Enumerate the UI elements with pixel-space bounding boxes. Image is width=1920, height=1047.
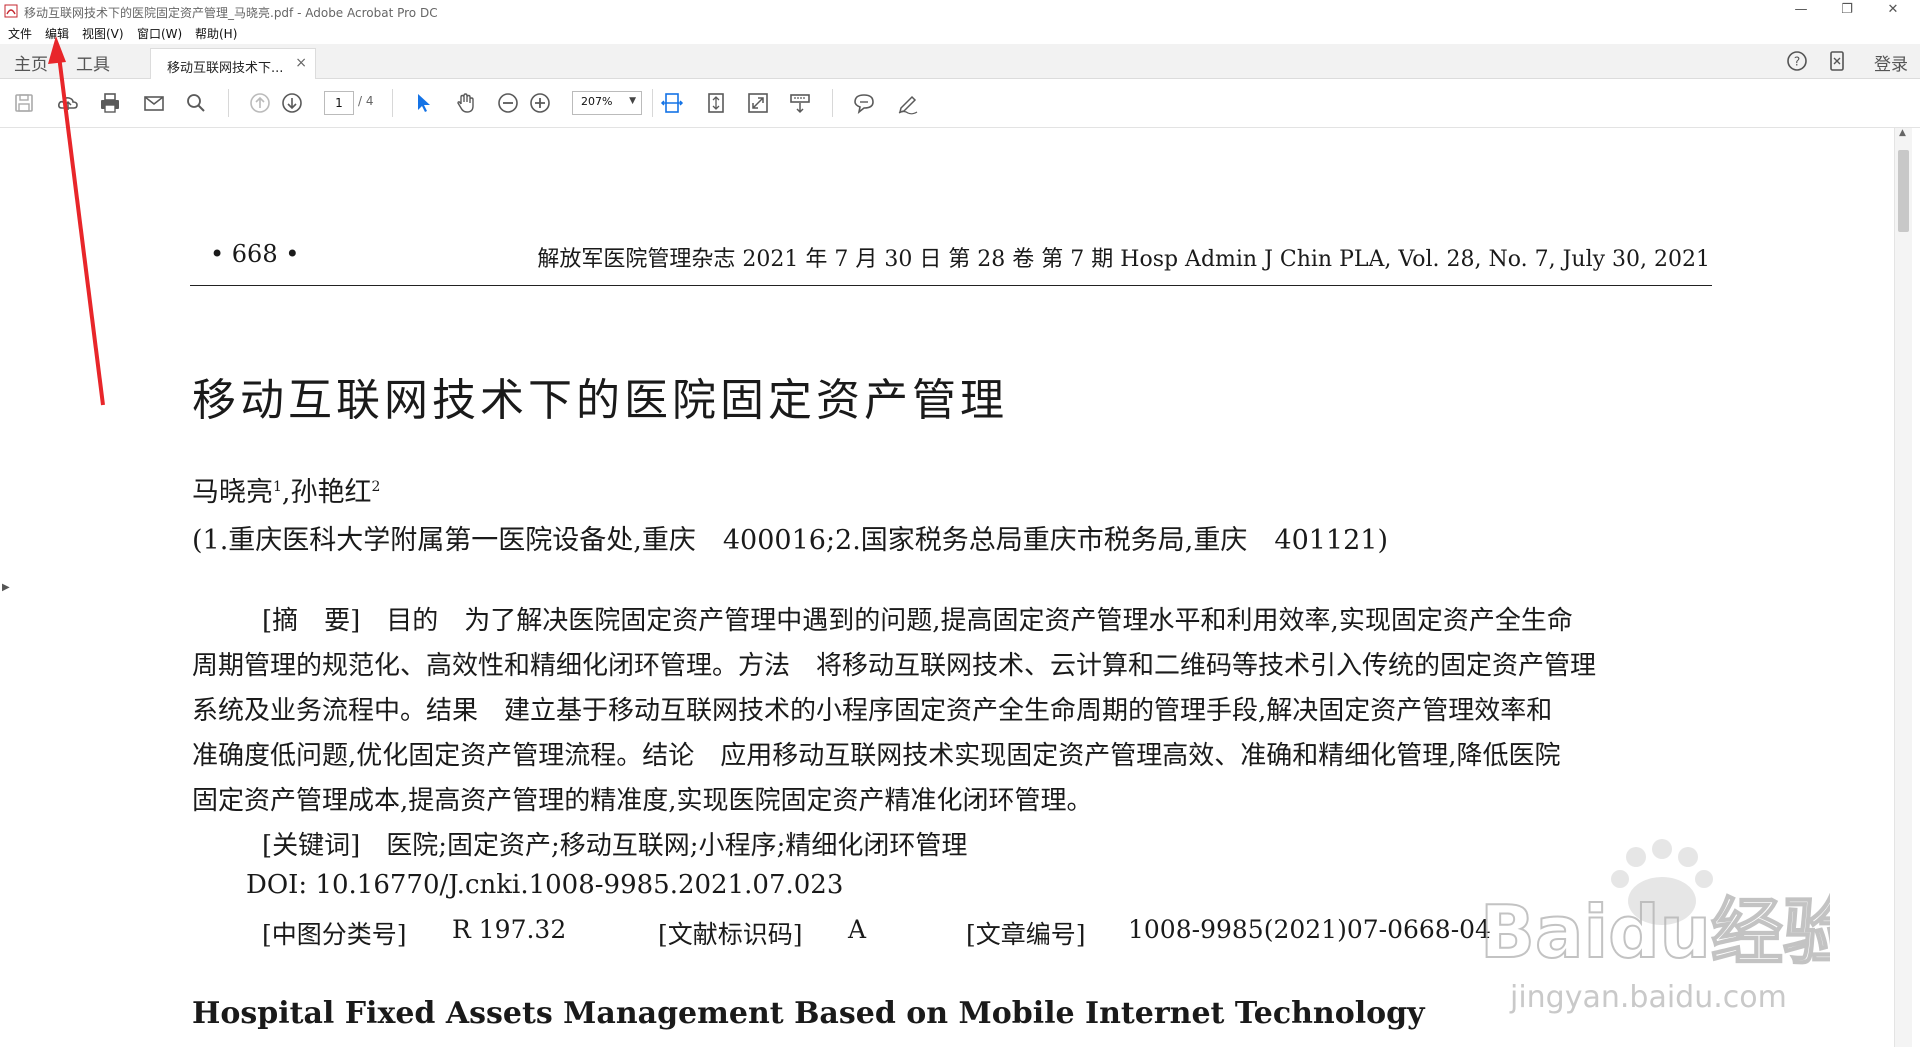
- close-tab-icon[interactable]: ×: [295, 55, 307, 71]
- author-2: ,孙艳红: [281, 477, 372, 508]
- paper-title: 移动互联网技术下的医院固定资产管理: [192, 375, 1008, 426]
- abstract-line: 固定资产管理成本,提高资产管理的精准度,实现医院固定资产精准化闭环管理。: [192, 786, 1093, 816]
- chevron-down-icon: ▼: [629, 96, 636, 106]
- clc-value: R 197.32: [452, 915, 567, 944]
- tab-bar: 主页 工具 移动互联网技术下... × ? 登录: [0, 44, 1920, 79]
- abstract-line: 系统及业务流程中。结果 建立基于移动互联网技术的小程序固定资产全生命周期的管理手…: [192, 696, 1553, 726]
- watermark-url: jingyan.baidu.com: [1509, 980, 1787, 1015]
- abstract-line: 周期管理的规范化、高效性和精细化闭环管理。方法 将移动互联网技术、云计算和二维码…: [192, 651, 1597, 681]
- zoom-select[interactable]: 207% ▼: [572, 91, 642, 115]
- hand-tool-icon[interactable]: [454, 91, 478, 115]
- window-title: 移动互联网技术下的医院固定资产管理_马晓亮.pdf - Adobe Acroba…: [24, 6, 438, 20]
- close-window-button[interactable]: ✕: [1870, 0, 1916, 22]
- acrobat-pdf-icon: [4, 4, 18, 18]
- journal-header: 解放军医院管理杂志 2021 年 7 月 30 日 第 28 卷 第 7 期 H…: [537, 247, 1710, 272]
- save-icon[interactable]: [12, 91, 36, 115]
- select-cursor-icon[interactable]: [412, 91, 436, 115]
- affiliation: (1.重庆医科大学附属第一医院设备处,重庆 400016;2.国家税务总局重庆市…: [192, 525, 1388, 556]
- scroll-mode-icon[interactable]: [788, 91, 812, 115]
- fit-width-icon[interactable]: [660, 91, 684, 115]
- abstract-line: [摘 要] 目的 为了解决医院固定资产管理中遇到的问题,提高固定资产管理水平和利…: [262, 606, 1573, 636]
- email-icon[interactable]: [142, 91, 166, 115]
- menu-file[interactable]: 文件: [8, 25, 32, 42]
- author-1: 马晓亮: [192, 477, 273, 508]
- toolbar-separator: [228, 89, 229, 117]
- doc-id-value: A: [848, 915, 867, 944]
- next-page-icon[interactable]: [280, 91, 304, 115]
- page-total: / 4: [358, 94, 374, 108]
- full-screen-icon[interactable]: [746, 91, 770, 115]
- fit-page-icon[interactable]: [704, 91, 728, 115]
- doi: DOI: 10.16770/J.cnki.1008-9985.2021.07.0…: [246, 870, 844, 900]
- zoom-out-icon[interactable]: [496, 91, 520, 115]
- menu-help[interactable]: 帮助(H): [195, 25, 237, 42]
- page-number-label: • 668 •: [210, 240, 300, 268]
- menu-bar: 文件 编辑 视图(V) 窗口(W) 帮助(H): [0, 22, 1920, 44]
- toolbar-separator: [832, 89, 833, 117]
- baidu-watermark: Baidu经验 jingyan.baidu.com: [1479, 839, 1830, 1015]
- watermark-text: Baidu经验: [1480, 890, 1830, 974]
- tab-home[interactable]: 主页: [14, 50, 48, 75]
- cloud-upload-icon[interactable]: [56, 91, 80, 115]
- document-tab-label: 移动互联网技术下...: [167, 61, 284, 76]
- zoom-value: 207%: [581, 95, 613, 108]
- abstract-line: 准确度低问题,优化固定资产管理流程。结论 应用移动互联网技术实现固定资产管理高效…: [192, 741, 1561, 771]
- menu-view[interactable]: 视图(V): [82, 25, 124, 42]
- menu-window[interactable]: 窗口(W): [137, 25, 182, 42]
- toolbar: 1 / 4 207% ▼: [0, 79, 1920, 128]
- clc-label: [中图分类号]: [262, 920, 407, 949]
- sign-in-link[interactable]: 登录: [1874, 50, 1908, 75]
- zoom-in-icon[interactable]: [528, 91, 552, 115]
- vertical-scrollbar[interactable]: ▲: [1894, 128, 1912, 1047]
- english-title: Hospital Fixed Assets Management Based o…: [192, 996, 1425, 1031]
- prev-page-icon[interactable]: [248, 91, 272, 115]
- comment-icon[interactable]: [852, 91, 876, 115]
- toolbar-separator: [652, 89, 653, 117]
- sign-icon[interactable]: [896, 91, 920, 115]
- keywords: [关键词] 医院;固定资产;移动互联网;小程序;精细化闭环管理: [262, 831, 968, 861]
- minimize-button[interactable]: —: [1778, 0, 1824, 22]
- help-icon[interactable]: ?: [1786, 50, 1808, 72]
- title-bar: 移动互联网技术下的医院固定资产管理_马晓亮.pdf - Adobe Acroba…: [0, 0, 1920, 22]
- tab-tools[interactable]: 工具: [76, 50, 110, 75]
- author-2-sup: 2: [371, 479, 381, 495]
- mobile-link-icon[interactable]: [1826, 50, 1848, 72]
- scrollbar-thumb[interactable]: [1898, 150, 1909, 232]
- header-rule: [190, 285, 1712, 286]
- svg-text:?: ?: [1794, 55, 1800, 69]
- restore-button[interactable]: ❐: [1824, 0, 1870, 22]
- toolbar-separator: [392, 89, 393, 117]
- search-icon[interactable]: [184, 91, 208, 115]
- tab-document[interactable]: 移动互联网技术下... ×: [150, 48, 316, 79]
- print-icon[interactable]: [98, 91, 122, 115]
- article-number-label: [文章编号]: [966, 920, 1086, 949]
- article-number-value: 1008-9985(2021)07-0668-04: [1128, 915, 1491, 944]
- page-number-input[interactable]: 1: [324, 91, 354, 115]
- author-1-sup: 1: [273, 479, 282, 495]
- scroll-up-icon[interactable]: ▲: [1899, 128, 1906, 138]
- menu-edit[interactable]: 编辑: [45, 25, 69, 42]
- authors-line: 马晓亮1,孙艳红2: [192, 470, 380, 509]
- doc-id-label: [文献标识码]: [658, 920, 803, 949]
